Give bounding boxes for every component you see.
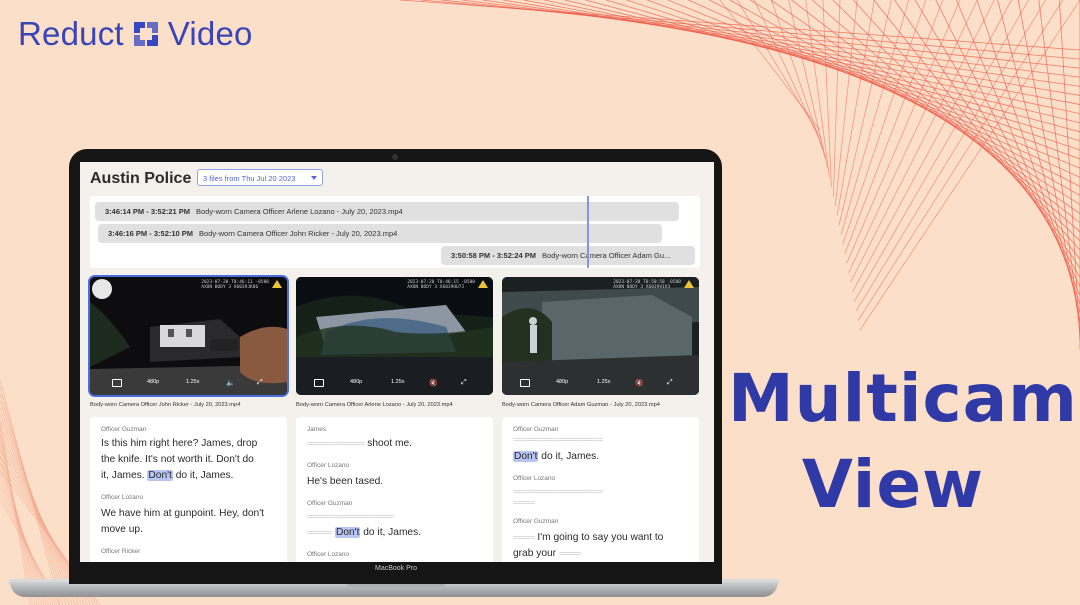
transcript-line[interactable]: grab your ====== bbox=[513, 546, 693, 562]
speaker-label: Officer Lozano bbox=[101, 494, 144, 501]
timeline-playhead[interactable] bbox=[587, 196, 589, 268]
timeline-clip-name: Body-worn Camera Officer Arlene Lozano -… bbox=[196, 207, 403, 216]
video-player-ricker[interactable]: 2023-07-20 T0:46:11 -0500 AXON BODY 3 X60… bbox=[90, 277, 287, 395]
warning-icon bbox=[272, 280, 282, 288]
headline: Multicam View bbox=[728, 356, 1078, 528]
speaker-label: Officer Guzman bbox=[513, 518, 559, 525]
video-timestamp: 2023-07-20 T0:46:11 -0500 AXON BODY 3 X60… bbox=[201, 280, 269, 290]
mute-icon[interactable]: 🔇 bbox=[429, 379, 438, 387]
timeline-clip-guzman[interactable]: 3:50:58 PM - 3:52:24 PM Body-worn Camera … bbox=[441, 246, 695, 265]
timeline-panel[interactable]: 3:46:14 PM - 3:52:21 PM Body-worn Camera … bbox=[90, 196, 700, 268]
fullscreen-icon[interactable]: ⤢ bbox=[667, 379, 673, 387]
video-timestamp: 2023-07-20 T0:50:58 -0500 AXON BODY 3 X60… bbox=[613, 280, 681, 290]
transcript-line[interactable]: the knife. It's not worth it. Don't do bbox=[101, 452, 281, 468]
timeline-clip-time: 3:50:58 PM - 3:52:24 PM bbox=[451, 251, 537, 260]
speed-button[interactable]: 1.25x bbox=[186, 379, 199, 385]
quality-button[interactable]: 480p bbox=[556, 379, 568, 385]
video-frame-yard bbox=[502, 277, 699, 395]
file-select-dropdown[interactable]: 3 files from Thu Jul 20 2023 bbox=[197, 169, 323, 186]
video-controls: 480p 1.25x 🔇 ⤢ bbox=[502, 379, 699, 389]
logo-word-left: Reduct bbox=[18, 15, 124, 52]
warning-icon bbox=[684, 280, 694, 288]
video-caption: Body-worn Camera Officer John Ricker - J… bbox=[90, 402, 241, 408]
speed-button[interactable]: 1.25x bbox=[597, 379, 610, 385]
speed-button[interactable]: 1.25x bbox=[391, 379, 404, 385]
highlighted-word: Don't bbox=[334, 527, 361, 538]
volume-icon[interactable]: 🔈 bbox=[226, 379, 235, 387]
video-controls: 480p 1.25x 🔇 ⤢ bbox=[296, 379, 493, 389]
laptop-brand-label: MacBook Pro bbox=[374, 565, 418, 572]
transcript-line[interactable]: ====== bbox=[513, 495, 693, 512]
logo-word-right: Video bbox=[167, 15, 253, 52]
transcript-line[interactable]: Is this him right here? James, drop bbox=[101, 436, 281, 452]
quality-button[interactable]: 480p bbox=[147, 379, 159, 385]
transcript-line[interactable]: Don't do it, James. bbox=[513, 449, 693, 465]
highlighted-word: Don't bbox=[147, 470, 173, 481]
app-screen: Austin Police 3 files from Thu Jul 20 20… bbox=[80, 162, 714, 562]
file-select-value: 3 files from Thu Jul 20 2023 bbox=[203, 174, 296, 183]
video-player-lozano[interactable]: 2023-07-20 T0:46:15 -0500 AXON BODY 3 X60… bbox=[296, 277, 493, 395]
transcript-line[interactable]: We have him at gunpoint. Hey, don't bbox=[101, 506, 281, 522]
captions-icon[interactable] bbox=[112, 379, 122, 387]
highlighted-word: Don't bbox=[513, 451, 539, 462]
speaker-label: Officer Lozano bbox=[513, 475, 556, 482]
transcript-line[interactable]: it, James. Don't do it, James. bbox=[101, 468, 281, 484]
fullscreen-icon[interactable]: ⤢ bbox=[461, 379, 467, 387]
page-title: Austin Police bbox=[90, 170, 192, 187]
warning-icon bbox=[478, 280, 488, 288]
mute-icon[interactable]: 🔇 bbox=[635, 379, 644, 387]
chevron-down-icon bbox=[311, 176, 317, 180]
video-player-guzman[interactable]: 2023-07-20 T0:50:58 -0500 AXON BODY 3 X60… bbox=[502, 277, 699, 395]
speaker-label: Officer Lozano bbox=[307, 551, 350, 558]
transcript-panel-guzman[interactable]: Officer Guzman =========================… bbox=[502, 417, 699, 562]
speaker-label: James bbox=[307, 426, 327, 433]
speaker-label: Officer Ricker bbox=[101, 548, 141, 555]
captions-icon[interactable] bbox=[314, 379, 324, 387]
timeline-clip-ricker[interactable]: 3:46:16 PM - 3:52:10 PM Body-worn Camera … bbox=[98, 224, 662, 243]
timeline-clip-time: 3:46:14 PM - 3:52:21 PM bbox=[105, 207, 191, 216]
transcript-line[interactable]: ================ shoot me. bbox=[307, 436, 487, 453]
video-frame-night-street bbox=[90, 277, 287, 395]
transcript-line[interactable]: ======================== bbox=[307, 509, 487, 526]
transcript-panel-lozano[interactable]: James ================ shoot me. Officer… bbox=[296, 417, 493, 562]
video-controls: 480p 1.25x 🔈 ⤢ bbox=[90, 379, 287, 389]
timeline-clip-name: Body-worn Camera Officer Adam Gu... bbox=[542, 251, 671, 260]
fullscreen-icon[interactable]: ⤢ bbox=[257, 379, 263, 387]
video-caption: Body-worn Camera Officer Arlene Lozano -… bbox=[296, 402, 453, 408]
speaker-label: Officer Guzman bbox=[101, 426, 147, 433]
video-caption: Body-worn Camera Officer Adam Guzman - J… bbox=[502, 402, 660, 408]
headline-line-1: Multicam bbox=[728, 360, 1078, 437]
video-timestamp: 2023-07-20 T0:46:15 -0500 AXON BODY 3 X60… bbox=[407, 280, 475, 290]
speaker-label: Officer Guzman bbox=[307, 500, 353, 507]
timeline-clip-lozano[interactable]: 3:46:14 PM - 3:52:21 PM Body-worn Camera … bbox=[95, 202, 679, 221]
transcript-line[interactable]: ========================= bbox=[513, 432, 693, 449]
reduct-video-logo: Reduct Video bbox=[18, 14, 253, 54]
logo-mark-icon bbox=[133, 22, 158, 46]
captions-icon[interactable] bbox=[520, 379, 530, 387]
video-frame-house-night bbox=[296, 277, 493, 395]
transcript-panel-ricker[interactable]: Officer Guzman Is this him right here? J… bbox=[90, 417, 287, 562]
transcript-line[interactable]: move up. bbox=[101, 522, 281, 538]
timeline-clip-time: 3:46:16 PM - 3:52:10 PM bbox=[108, 229, 194, 238]
transcript-line[interactable]: ======= Don't do it, James. bbox=[307, 525, 487, 542]
transcript-line[interactable]: He's been tased. bbox=[307, 474, 487, 490]
webcam-dot bbox=[392, 154, 398, 160]
transcript-line[interactable]: ====== I'm going to say you want to bbox=[513, 530, 693, 547]
speaker-label: Officer Lozano bbox=[307, 462, 350, 469]
timeline-clip-name: Body-worn Camera Officer John Ricker - J… bbox=[199, 229, 398, 238]
headline-line-2: View bbox=[801, 446, 985, 523]
quality-button[interactable]: 480p bbox=[350, 379, 362, 385]
